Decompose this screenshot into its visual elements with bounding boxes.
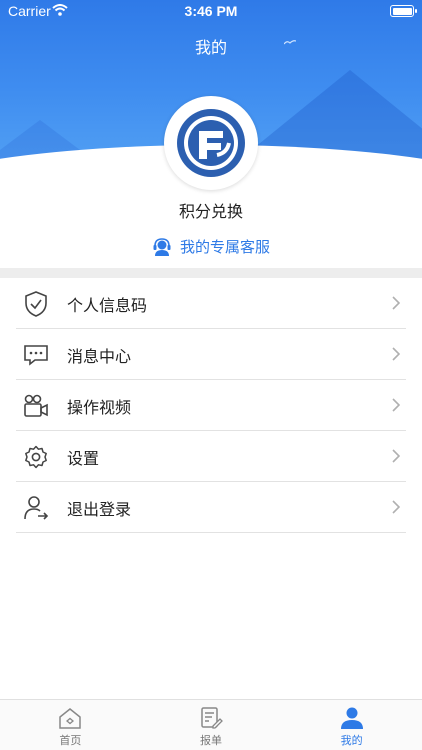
menu-item-label: 退出登录 (67, 499, 132, 519)
menu-item-label: 操作视频 (67, 397, 132, 417)
menu-item-logout[interactable]: 退出登录 (0, 482, 422, 533)
user-icon (340, 707, 363, 729)
status-bar: Carrier 3:46 PM (0, 0, 422, 22)
message-icon (22, 341, 50, 369)
tab-label: 首页 (59, 734, 82, 747)
tab-home[interactable]: 首页 (0, 700, 141, 750)
menu-item-messages[interactable]: 消息中心 (0, 329, 422, 380)
company-logo-icon (177, 109, 245, 177)
menu-item-label: 个人信息码 (67, 295, 148, 315)
tab-bar: 首页 报单 我的 (0, 699, 422, 750)
video-camera-icon (22, 392, 50, 420)
page-title: 我的 (194, 38, 227, 57)
customer-service-label: 我的专属客服 (179, 238, 270, 256)
form-edit-icon (201, 707, 223, 729)
customer-service-link[interactable]: 我的专属客服 (0, 236, 422, 257)
gear-icon (22, 443, 50, 471)
customer-service-icon (153, 237, 171, 256)
logout-user-icon (22, 494, 50, 522)
points-exchange-link[interactable]: 积分兑换 (0, 198, 422, 222)
home-icon (59, 708, 82, 729)
chevron-right-icon (392, 347, 400, 361)
avatar[interactable] (164, 96, 258, 190)
menu-item-settings[interactable]: 设置 (0, 431, 422, 482)
menu-item-label: 设置 (67, 448, 100, 468)
chevron-right-icon (392, 500, 400, 514)
tab-mine[interactable]: 我的 (281, 700, 422, 750)
chevron-right-icon (392, 398, 400, 412)
chevron-right-icon (392, 296, 400, 310)
settings-menu: 个人信息码 消息中心 操作视频 设置 退出登录 (0, 278, 422, 533)
menu-item-tutorial-videos[interactable]: 操作视频 (0, 380, 422, 431)
shield-check-icon (22, 290, 50, 318)
tab-label: 我的 (340, 734, 363, 747)
tab-label: 报单 (200, 734, 222, 747)
chevron-right-icon (392, 449, 400, 463)
section-divider (0, 268, 422, 278)
menu-item-personal-code[interactable]: 个人信息码 (0, 278, 422, 329)
tab-orders[interactable]: 报单 (141, 700, 282, 750)
clock: 3:46 PM (184, 3, 238, 19)
menu-item-label: 消息中心 (67, 346, 132, 366)
battery-icon (390, 5, 417, 17)
